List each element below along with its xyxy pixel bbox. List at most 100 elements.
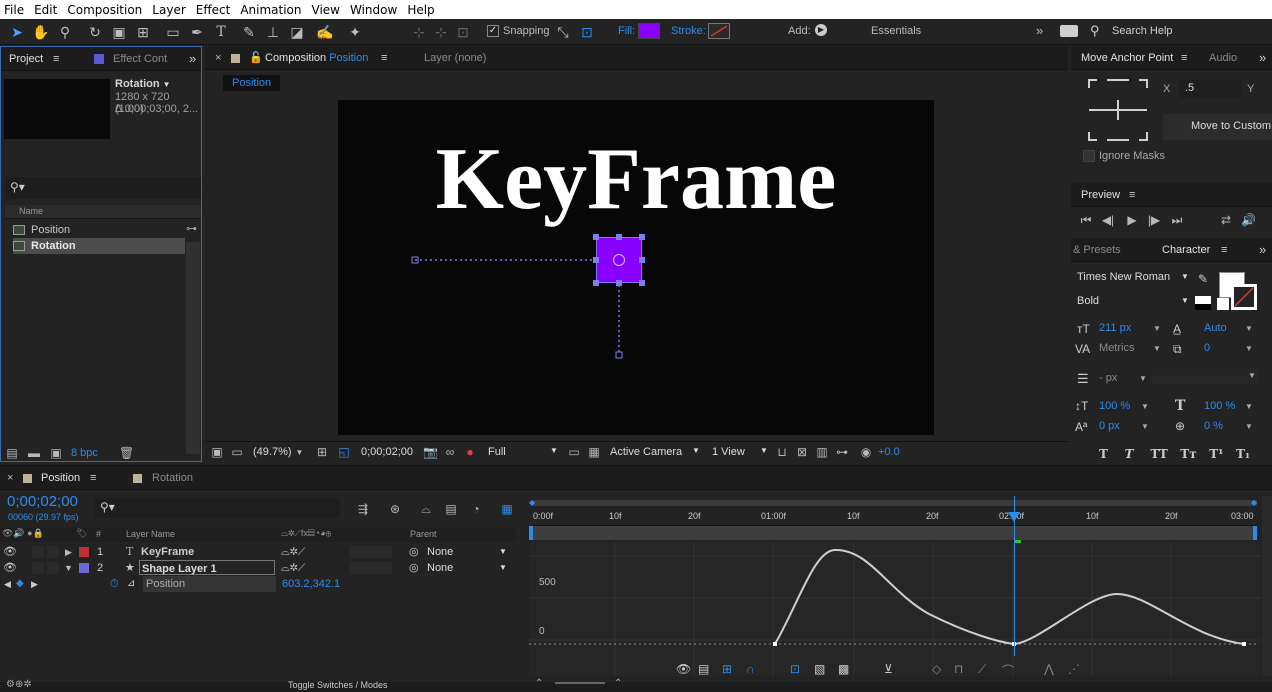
separate-dimensions-icon[interactable]: ⊻ (884, 662, 893, 676)
lock-switch[interactable] (47, 546, 59, 558)
layer-switch-cells[interactable] (350, 562, 392, 574)
camera-dropdown[interactable]: Active Camera ▼ (610, 446, 702, 458)
puppet-pin-tool-icon[interactable]: ✦ (346, 23, 364, 41)
layer-row-keyframe[interactable]: 👁 ▶ 1 T KeyFrame ⌓✲⟋ ◎ None ▼ (0, 544, 516, 560)
edit-speed-icon[interactable]: ▩ (838, 662, 849, 676)
property-value[interactable]: 603.2,342.1 (282, 576, 340, 592)
flowchart-icon[interactable]: ⊶ (835, 445, 849, 459)
parent-dropdown[interactable]: None ▼ (427, 544, 511, 560)
timeline-scrollbar[interactable] (1262, 496, 1272, 676)
composition-canvas[interactable]: KeyFrame (338, 100, 934, 435)
easy-ease-in-icon[interactable]: ⋰ (1068, 662, 1080, 676)
font-size-dropdown-icon[interactable]: ▼ (1153, 324, 1161, 333)
comp-mini-flowchart-icon[interactable]: ⇶ (356, 502, 370, 516)
font-size-value[interactable]: 211 px (1099, 322, 1131, 334)
roto-brush-tool-icon[interactable]: ✍ (316, 23, 334, 41)
work-area-start-handle[interactable]: ◆ (529, 498, 535, 507)
lock-icon[interactable]: 🔓 (249, 46, 263, 70)
timeline-search-input[interactable]: ⚲▾ (94, 498, 340, 518)
graph-visibility-icon[interactable]: 👁 (676, 662, 691, 676)
menu-layer[interactable]: Layer (148, 3, 191, 17)
type-tool-icon[interactable]: T (212, 23, 230, 41)
subscript-icon[interactable]: T₁ (1236, 447, 1250, 461)
tab-preview[interactable]: Preview (1081, 183, 1120, 207)
anchor-menu-icon[interactable]: ≡ (1181, 46, 1187, 70)
zoom-slider[interactable] (555, 682, 605, 684)
tracking-value[interactable]: 0 (1204, 342, 1210, 354)
close-tab-icon[interactable]: × (215, 46, 221, 70)
auto-bezier-icon[interactable]: ⌒ (1002, 662, 1014, 679)
panel-more-icon[interactable]: » (1259, 238, 1266, 262)
comp-info-name[interactable]: Rotation ▼ (115, 78, 171, 90)
stroke-color-swatch[interactable] (708, 23, 730, 39)
tab-layer[interactable]: Layer (none) (424, 46, 486, 70)
faux-italic-icon[interactable]: T (1125, 447, 1134, 461)
preview-menu-icon[interactable]: ≡ (1129, 183, 1135, 207)
graph-editor[interactable]: ◆ ◆ 0:00f 10f 20f 01:00f 10f 20f 02:00f … (529, 496, 1261, 676)
stroke-width-value[interactable]: - px (1099, 372, 1117, 384)
snap-feather-icon[interactable]: ⤡ (554, 23, 572, 41)
close-tab-icon[interactable]: × (7, 466, 13, 490)
menu-help[interactable]: Help (403, 3, 440, 17)
work-area-end-handle[interactable]: ◆ (1251, 498, 1257, 507)
graph-type-icon[interactable]: ▤ (698, 662, 709, 676)
snap-target-icon[interactable]: ⊡ (578, 23, 596, 41)
menu-view[interactable]: View (308, 3, 346, 17)
brush-tool-icon[interactable]: ✎ (240, 23, 258, 41)
project-scrollbar[interactable] (186, 242, 200, 454)
lock-switch[interactable] (47, 562, 59, 574)
value-graph[interactable] (529, 542, 1261, 676)
rotate-tool-icon[interactable]: ↻ (86, 23, 104, 41)
horizontal-scale-value[interactable]: 100 % (1204, 400, 1235, 412)
interpret-footage-icon[interactable]: ▤ (5, 446, 19, 460)
work-area-bar[interactable] (533, 500, 1257, 506)
zoom-in-icon[interactable]: ⌃ (614, 678, 622, 689)
fit-all-icon[interactable]: ▧ (814, 662, 825, 676)
align-axis-icon[interactable]: ⊹ (410, 23, 428, 41)
leading-dropdown-icon[interactable]: ▼ (1245, 324, 1253, 333)
layer-label-color[interactable] (79, 563, 89, 573)
menu-file[interactable]: File (0, 3, 30, 17)
handle-left[interactable] (593, 257, 599, 263)
handle-bottom-right[interactable] (639, 280, 645, 286)
easy-ease-icon[interactable]: ⋀ (1044, 662, 1054, 676)
menu-composition[interactable]: Composition (63, 3, 148, 17)
motion-blur-icon[interactable]: ◔ (469, 502, 483, 516)
exposure-value[interactable]: +0.0 (878, 446, 900, 458)
new-folder-icon[interactable]: ▬ (27, 446, 41, 460)
layer-switch-cells[interactable] (350, 546, 392, 558)
timeline-current-time[interactable]: 0;00;02;00 (7, 493, 78, 510)
fast-previews-icon[interactable]: ⊠ (795, 445, 809, 459)
snapping-checkbox[interactable]: ✓ (487, 25, 499, 37)
comp-panel-menu-icon[interactable]: ≡ (381, 46, 387, 70)
snap-graph-icon[interactable]: ∩ (746, 662, 755, 676)
baseline-shift-dropdown-icon[interactable]: ▼ (1141, 422, 1149, 431)
comp-breadcrumb[interactable]: Position (223, 75, 281, 91)
small-caps-icon[interactable]: Tᴛ (1180, 447, 1196, 461)
character-menu-icon[interactable]: ≡ (1221, 238, 1227, 262)
play-icon[interactable]: ▶ (1125, 213, 1139, 227)
clone-stamp-tool-icon[interactable]: ⊥ (264, 23, 282, 41)
solo-switch[interactable] (32, 562, 44, 574)
layer-switches-icons[interactable]: ⌓✲⟋ (281, 544, 305, 560)
property-row-position[interactable]: ◀ ◆ ▶ ⏱ ⊿ Position 603.2,342.1 (0, 576, 516, 592)
project-item-position[interactable]: Position (13, 222, 185, 238)
ignore-masks-checkbox[interactable] (1083, 150, 1095, 162)
tab-timeline-rotation[interactable]: Rotation (152, 466, 193, 490)
stopwatch-icon[interactable]: ⏱ (110, 576, 119, 592)
handle-top-right[interactable] (639, 234, 645, 240)
stroke-type-dropdown[interactable]: ▼ (1152, 369, 1258, 385)
anchor-x-input[interactable]: .5 (1179, 80, 1241, 98)
column-name[interactable]: Name (19, 206, 43, 216)
tsume-dropdown-icon[interactable]: ▼ (1245, 422, 1253, 431)
font-family-dropdown[interactable]: Times New Roman ▼ (1077, 271, 1189, 289)
previous-keyframe-icon[interactable]: ◀ (4, 576, 11, 592)
pickwhip-icon[interactable]: ◎ (409, 544, 419, 560)
menu-edit[interactable]: Edit (30, 3, 63, 17)
kerning-value[interactable]: Metrics (1099, 342, 1134, 354)
hold-keyframe-icon[interactable]: ⊓ (954, 662, 963, 676)
layer-name-editing[interactable]: Shape Layer 1 (139, 560, 275, 575)
tab-audio[interactable]: Audio (1209, 46, 1237, 70)
panel-more-icon[interactable]: » (1259, 46, 1266, 70)
eraser-tool-icon[interactable]: ◪ (288, 23, 306, 41)
